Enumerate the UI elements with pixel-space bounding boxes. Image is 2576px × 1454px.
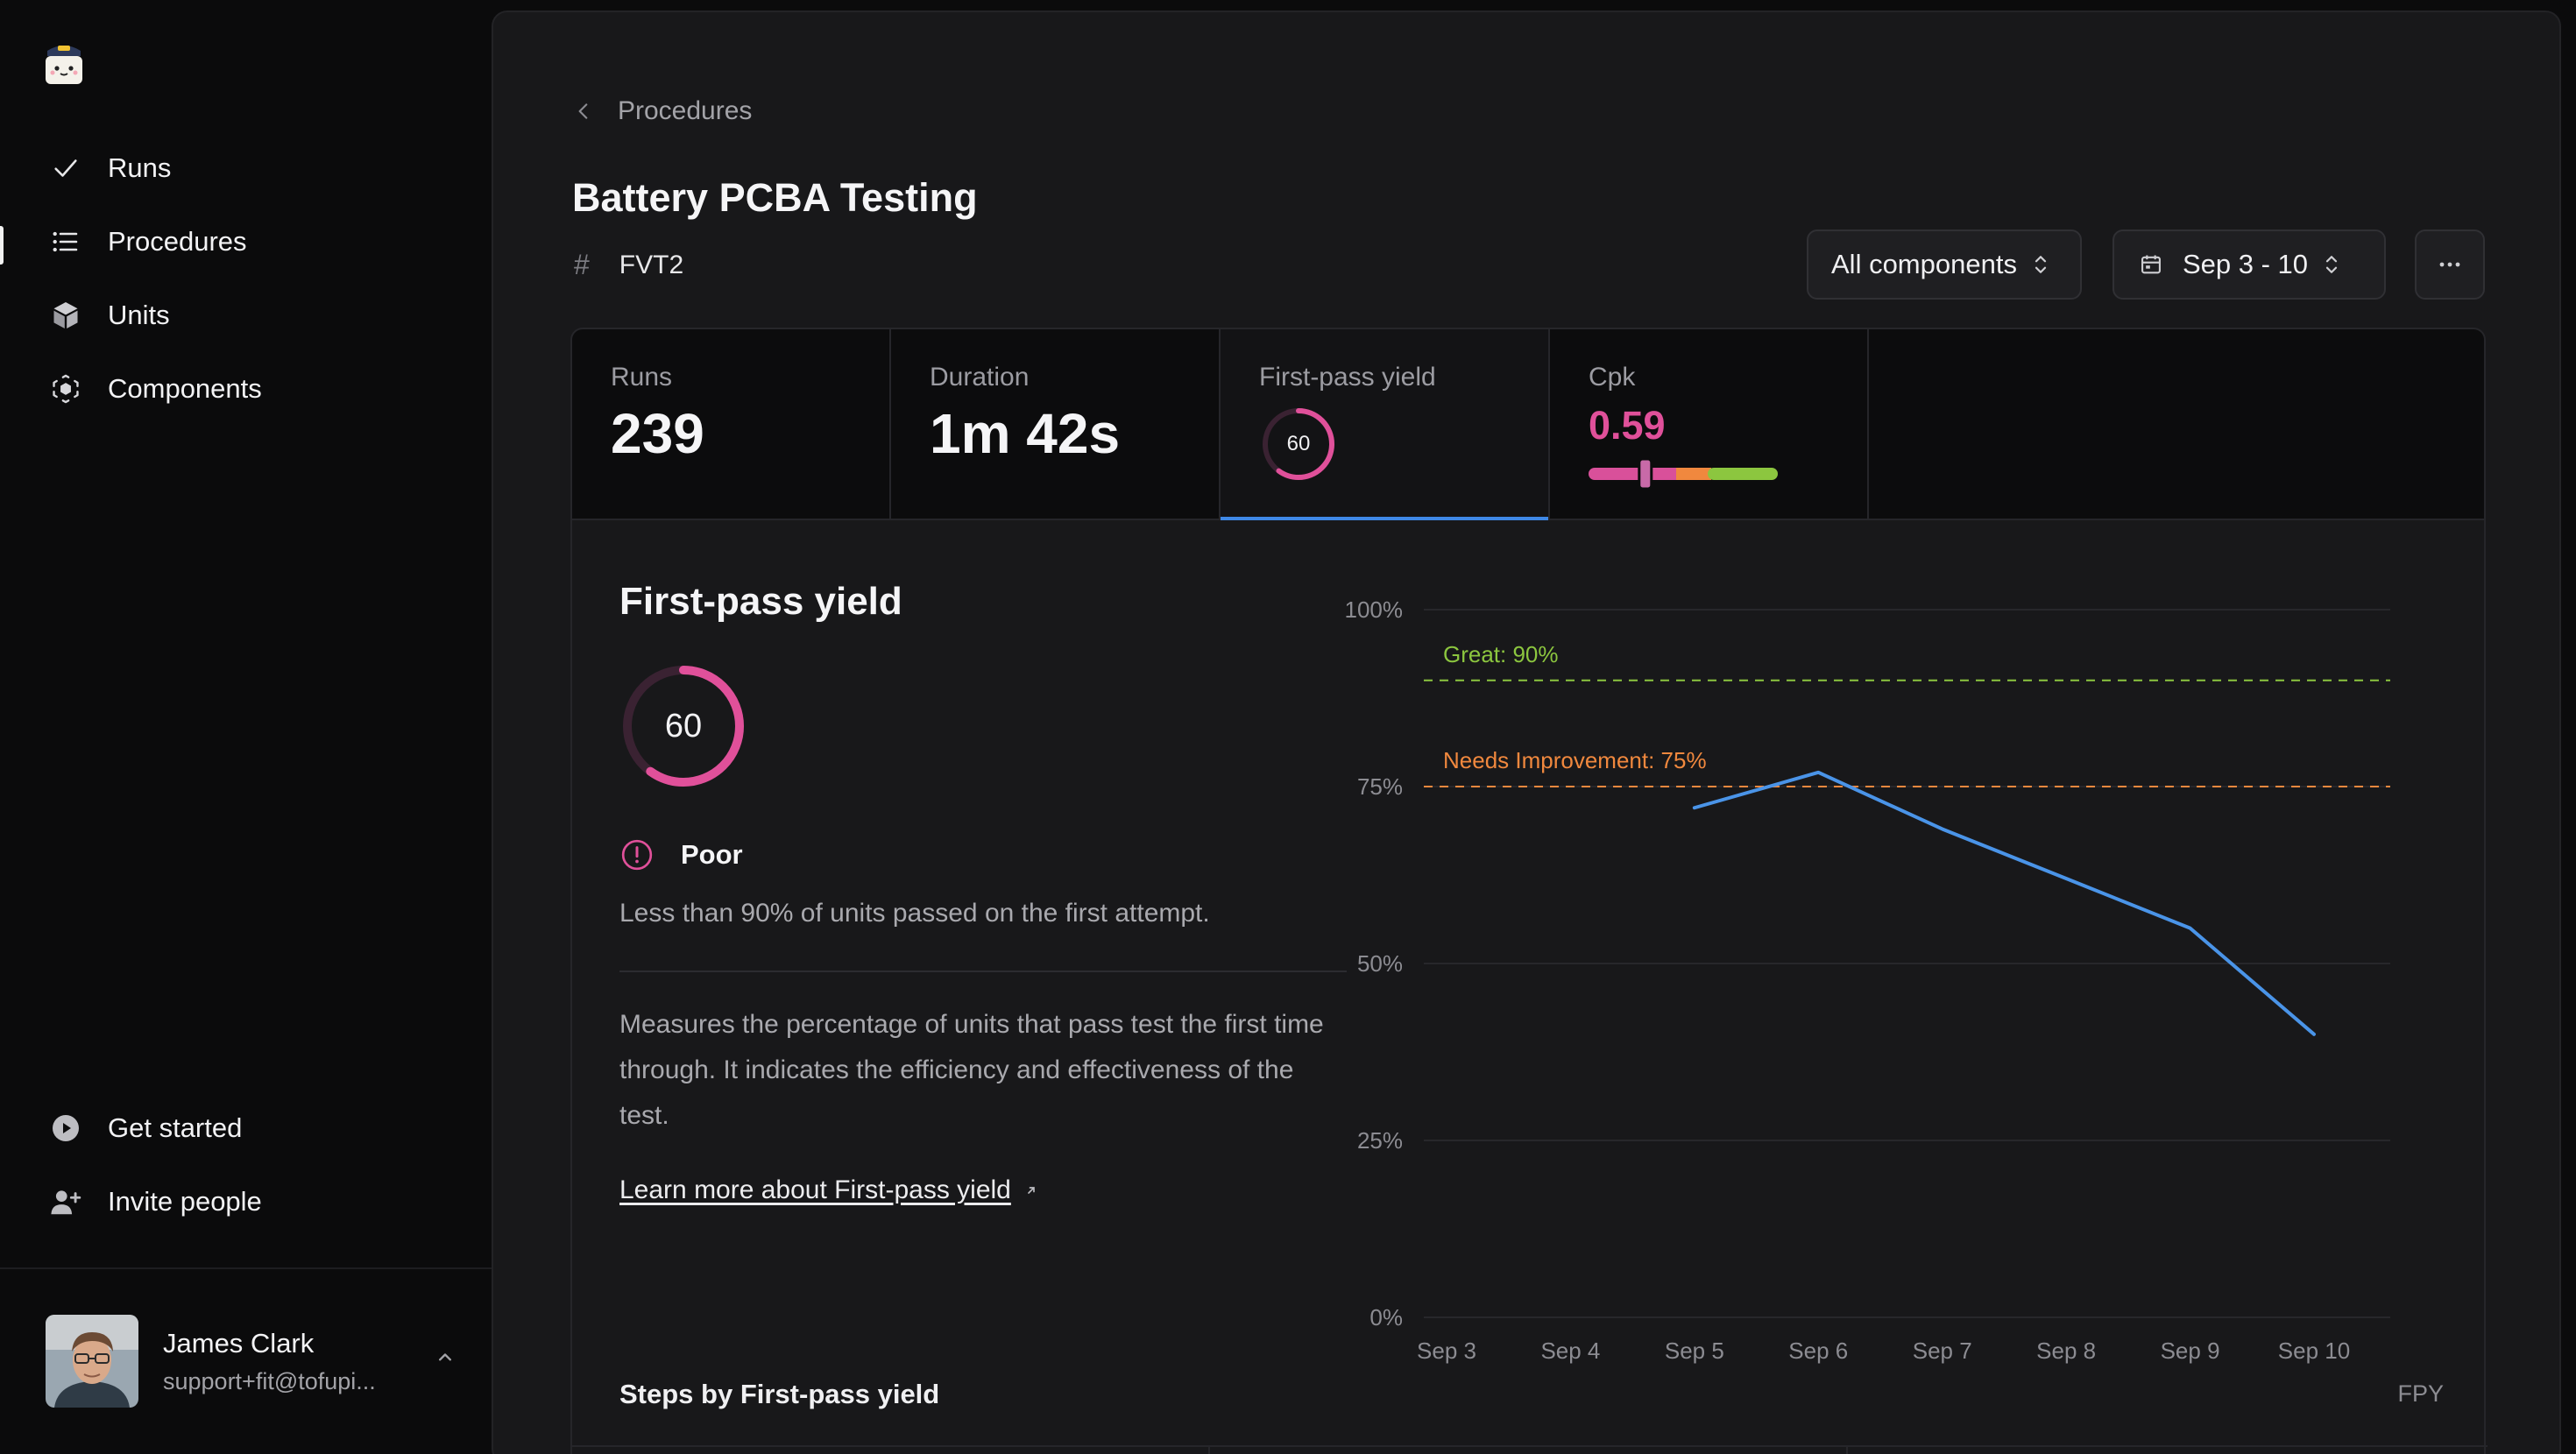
chart-y-tick-label: 50% — [1357, 950, 1403, 977]
chart-x-tick-label: Sep 3 — [1417, 1338, 1476, 1364]
sidebar-item-invite-people[interactable]: Invite people — [0, 1165, 492, 1239]
chevron-up-down-icon — [2325, 256, 2338, 273]
metric-empty — [1869, 329, 2484, 519]
hash-icon: # — [574, 249, 590, 280]
chart-x-tick-label: Sep 8 — [2036, 1338, 2096, 1364]
chevron-left-icon — [578, 103, 588, 119]
chart-x-tick-label: Sep 7 — [1913, 1338, 1972, 1364]
metric-label: Duration — [930, 363, 1030, 392]
chart-y-tick-label: 0% — [1369, 1304, 1403, 1330]
divider — [1846, 1447, 1848, 1454]
chart-x-tick-label: Sep 6 — [1788, 1338, 1848, 1364]
metric-runs[interactable]: Runs 239 — [572, 329, 891, 519]
chart-x-tick-label: Sep 5 — [1665, 1338, 1724, 1364]
fpy-status-label: Poor — [681, 839, 743, 870]
chart-y-tick-label: 75% — [1357, 773, 1403, 800]
fpy-status-text: Less than 90% of units passed on the fir… — [619, 899, 1210, 928]
list-icon — [49, 225, 82, 258]
sidebar-nav: Runs Procedures Units Components — [0, 131, 492, 426]
external-link-icon — [1028, 1187, 1035, 1194]
avatar — [46, 1315, 138, 1408]
sidebar-item-runs[interactable]: Runs — [0, 131, 492, 205]
sidebar-item-label: Invite people — [108, 1186, 262, 1217]
metric-cpk[interactable]: Cpk 0.59 — [1550, 329, 1869, 519]
page-title: Battery PCBA Testing — [572, 175, 978, 220]
sidebar-item-label: Get started — [108, 1112, 243, 1143]
chart-x-tick-label: Sep 9 — [2161, 1338, 2220, 1364]
metric-first-pass-yield[interactable]: First-pass yield 60 — [1221, 329, 1550, 520]
sidebar-item-label: Runs — [108, 152, 172, 183]
sidebar-item-get-started[interactable]: Get started — [0, 1091, 492, 1165]
metric-value: 0.59 — [1589, 403, 1666, 448]
fpy-small-gauge: 60 — [1263, 408, 1334, 480]
fpy-detail: First-pass yield 60 Poor Less than 90% o… — [570, 520, 2488, 1454]
chart-y-tick-label: 100% — [1345, 596, 1404, 623]
sidebar-item-label: Procedures — [108, 226, 247, 257]
chart-x-tick-label: Sep 4 — [1540, 1338, 1600, 1364]
user-name: James Clark — [163, 1327, 315, 1359]
fpy-small-gauge-value: 60 — [1287, 432, 1311, 455]
chart-x-tick-label: Sep 10 — [2278, 1338, 2350, 1364]
check-icon — [49, 152, 82, 185]
user-email: support+fit@tofupi... — [163, 1367, 376, 1394]
sidebar-item-components[interactable]: Components — [0, 352, 492, 426]
chevron-up-down-icon — [2035, 256, 2047, 273]
breadcrumb-procedures: Procedures — [618, 96, 753, 125]
procedure-tag-label: FVT2 — [619, 250, 684, 279]
user-menu[interactable]: James Clark support+fit@tofupi... — [46, 1314, 457, 1408]
tofu-logo-icon[interactable] — [42, 39, 86, 88]
procedure-tag: # FVT2 — [574, 249, 683, 281]
user-plus-icon — [49, 1185, 82, 1218]
cube-icon — [49, 299, 82, 332]
metrics-row: Runs 239 Duration 1m 42s First-pass yiel… — [570, 328, 2486, 520]
chart-y-tick-label: 25% — [1357, 1127, 1403, 1154]
sidebar: Runs Procedures Units Components Get sta… — [0, 0, 492, 1454]
fpy-trend-chart: 0% 25% 50% 75% 100% Sep 3 Sep 4 Sep 5 Sep 6 Sep 7… — [1345, 596, 2390, 1364]
fpy-column-header: FPY — [2397, 1380, 2444, 1407]
metric-label: Runs — [611, 363, 673, 392]
divider — [619, 971, 1347, 972]
divider — [572, 1445, 2488, 1447]
sidebar-item-units[interactable]: Units — [0, 279, 492, 352]
fpy-gauge: 60 — [623, 666, 744, 787]
date-range-filter[interactable]: Sep 3 - 10 — [2112, 229, 2386, 300]
metric-label: Cpk — [1589, 363, 1636, 392]
alert-circle-icon — [621, 839, 653, 871]
fpy-status: Poor — [619, 837, 743, 872]
components-icon — [49, 372, 82, 406]
learn-more-link[interactable]: Learn more about First-pass yield — [619, 1175, 1039, 1205]
metric-value: 239 — [611, 402, 704, 465]
fpy-description: Measures the percentage of units that pa… — [619, 1010, 1324, 1130]
chevron-up-icon — [439, 1353, 451, 1361]
calendar-icon — [2141, 255, 2161, 274]
cpk-indicator-bar — [1589, 457, 1778, 491]
metric-duration[interactable]: Duration 1m 42s — [891, 329, 1221, 519]
sidebar-bottom: Get started Invite people — [0, 1091, 492, 1239]
chart-threshold-label: Needs Improvement: 75% — [1443, 747, 1707, 773]
metric-value: 1m 42s — [930, 402, 1121, 465]
learn-more-label: Learn more about First-pass yield — [619, 1175, 1011, 1204]
more-options-button[interactable] — [2415, 229, 2485, 300]
play-circle-icon — [49, 1112, 82, 1145]
divider — [1208, 1447, 1210, 1454]
metric-label: First-pass yield — [1259, 363, 1436, 392]
chart-series-line — [1692, 770, 2316, 1036]
components-filter-label: All components — [1831, 249, 2017, 279]
fpy-title: First-pass yield — [619, 580, 902, 623]
breadcrumb[interactable]: Procedures — [572, 96, 752, 126]
sidebar-item-label: Components — [108, 373, 262, 404]
main-panel: Procedures Battery PCBA Testing # FVT2 A… — [492, 11, 2561, 1454]
sidebar-divider — [0, 1267, 492, 1269]
chart-threshold-label: Great: 90% — [1443, 641, 1559, 667]
date-range-label: Sep 3 - 10 — [2183, 249, 2309, 279]
sidebar-item-label: Units — [108, 300, 170, 330]
steps-title: Steps by First-pass yield — [619, 1379, 940, 1409]
ellipsis-icon — [2439, 262, 2460, 267]
sidebar-item-procedures[interactable]: Procedures — [0, 205, 492, 279]
components-filter[interactable]: All components — [1807, 229, 2082, 300]
fpy-gauge-value: 60 — [665, 708, 702, 745]
